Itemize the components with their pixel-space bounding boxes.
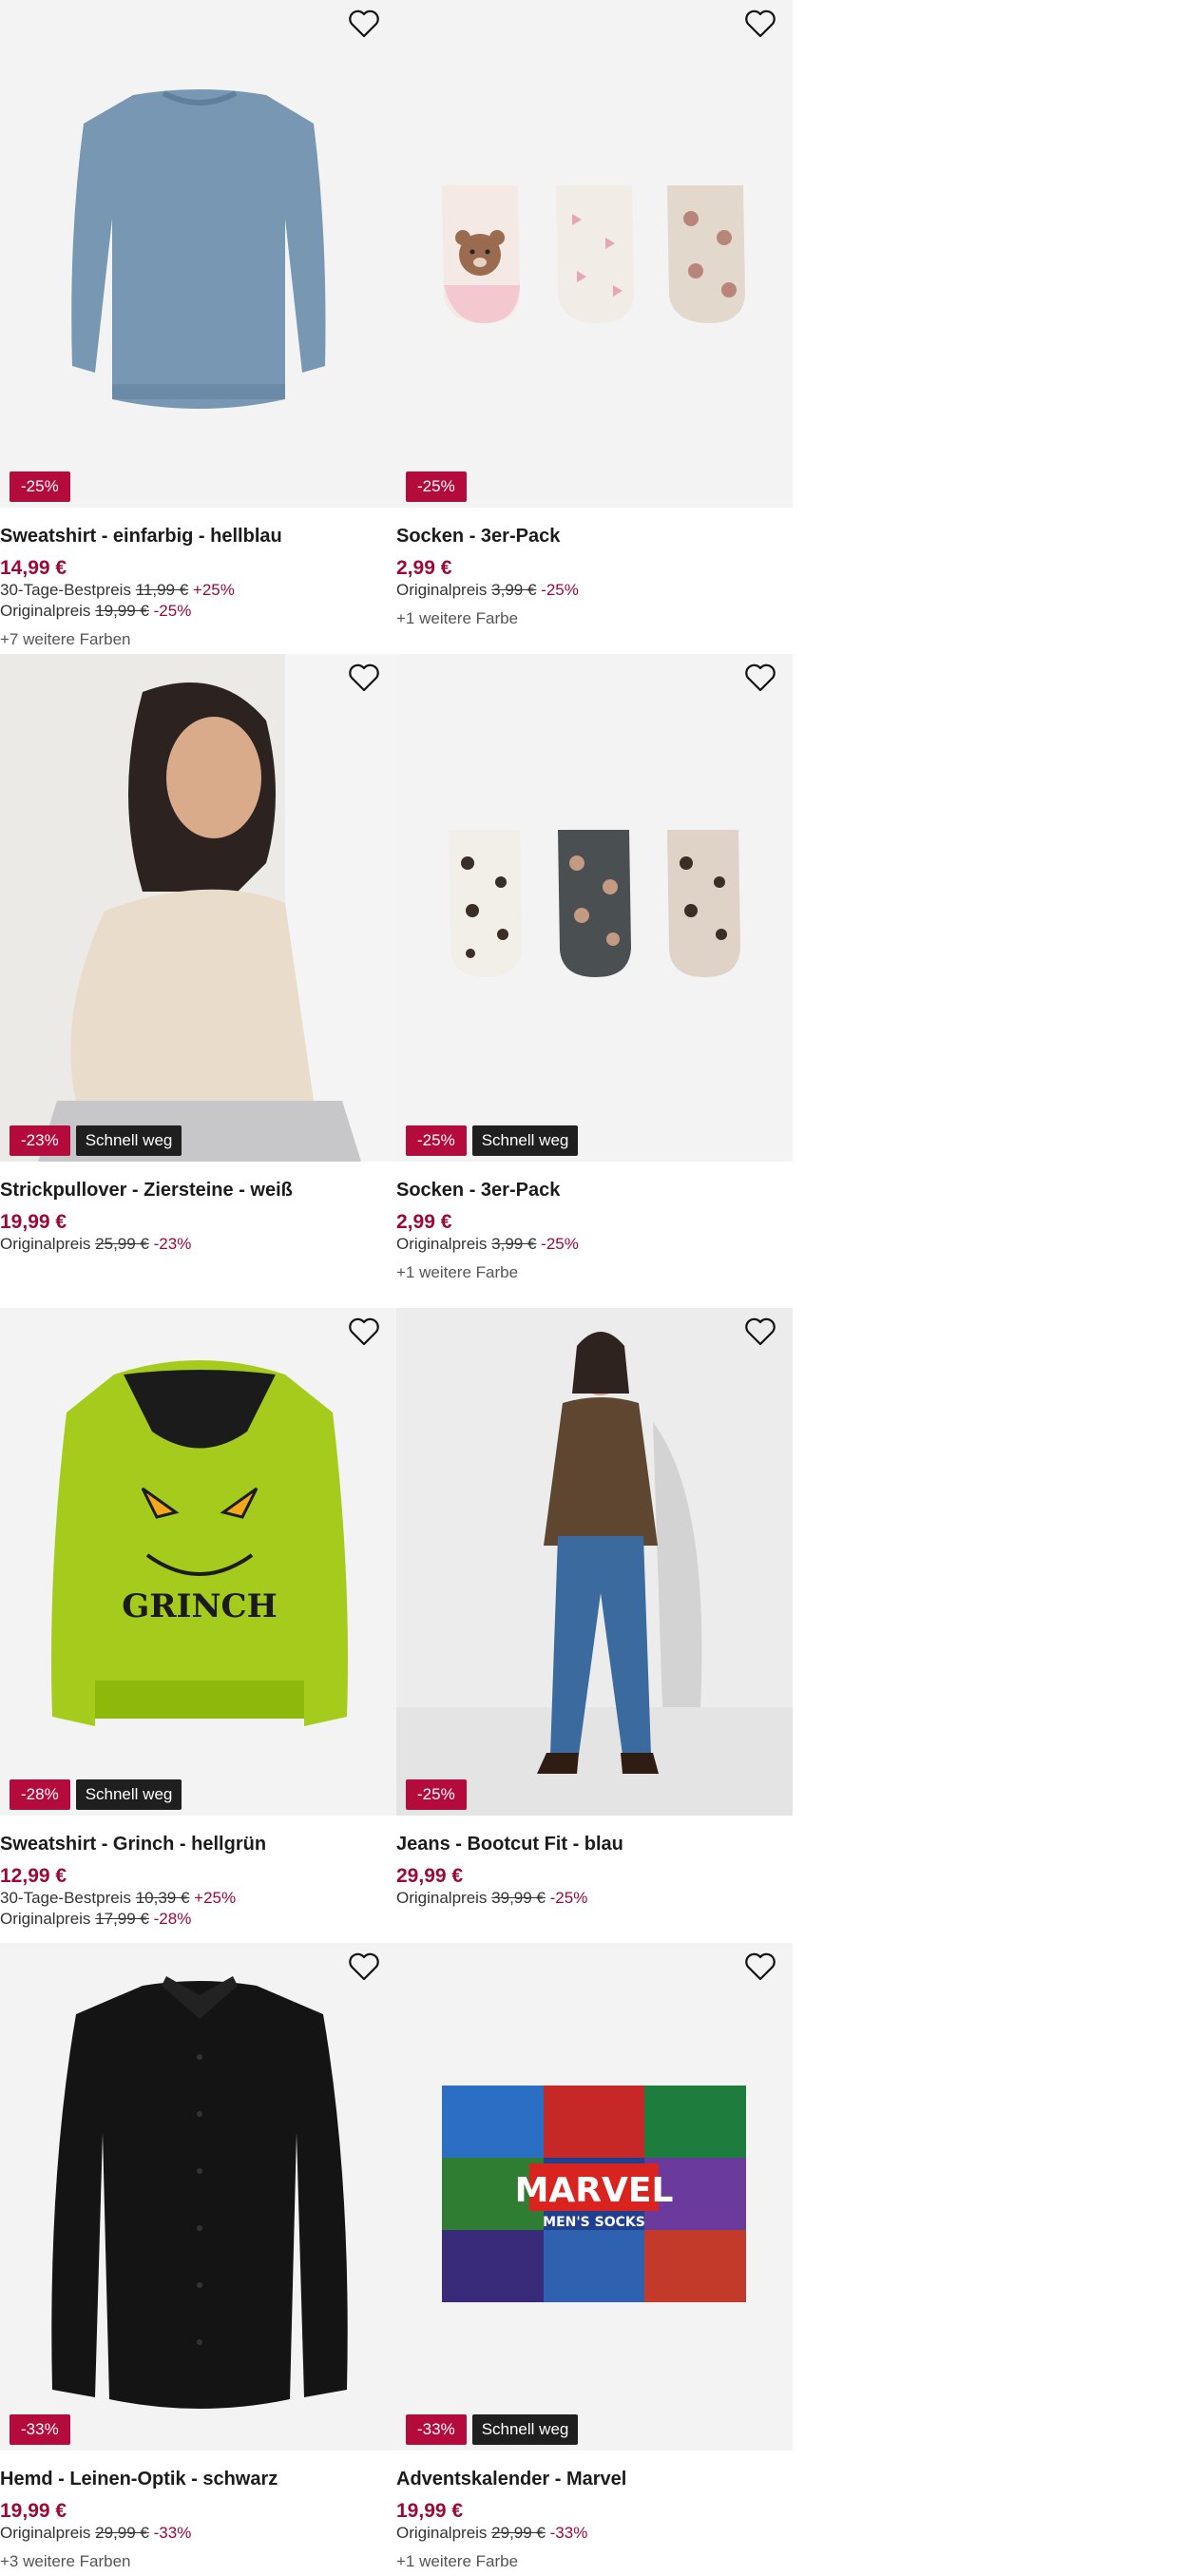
original-price-line: Originalpreis 3,99 € -25% [396,581,579,599]
product-info: Strickpullover - Ziersteine - weiß 19,99… [0,1179,390,1255]
more-colors[interactable]: +1 weitere Farbe [396,608,786,629]
discount-badge: -25% [406,471,467,502]
favorite-heart-icon[interactable] [745,1317,783,1355]
discount-badge: -33% [10,2414,70,2445]
product-title[interactable]: Jeans - Bootcut Fit - blau [396,1833,786,1855]
favorite-heart-icon[interactable] [349,663,387,702]
more-colors[interactable]: +1 weitere Farbe [396,2551,786,2572]
favorite-heart-icon[interactable] [745,663,783,702]
product-image[interactable]: -25% Schnell weg [396,654,793,1162]
product-title[interactable]: Sweatshirt - Grinch - hellgrün [0,1833,390,1855]
woman-knit-sweater-image [38,654,396,1162]
original-price-line: Originalpreis 19,99 € -25% [0,602,192,620]
discount-badge: -23% [10,1125,70,1156]
more-colors[interactable]: +3 weitere Farben [0,2551,390,2572]
badges: -25% [406,471,467,502]
product-info: Sweatshirt - einfarbig - hellblau 14,99 … [0,525,390,650]
grinch-hoodie-image: GRINCH [51,1360,348,1726]
fast-selling-badge: Schnell weg [75,1779,182,1810]
product-image[interactable]: -23% Schnell weg [0,654,396,1162]
product-info: Hemd - Leinen-Optik - schwarz 19,99 € Or… [0,2468,390,2572]
product-card[interactable]: -33% Hemd - Leinen-Optik - schwarz 19,99… [0,1943,396,2576]
favorite-heart-icon[interactable] [745,1952,783,1990]
best-price-line: 30-Tage-Bestpreis 10,39 € +25% [0,1889,237,1907]
badges: -25% [406,1779,467,1810]
product-image[interactable]: -25% [396,0,793,508]
badges: -25% [10,471,70,502]
product-title[interactable]: Adventskalender - Marvel [396,2468,786,2490]
badges: -28% Schnell weg [10,1779,182,1810]
product-info: Jeans - Bootcut Fit - blau 29,99 € Origi… [396,1833,786,1909]
favorite-heart-icon[interactable] [745,10,783,48]
product-price: 12,99 € [0,1865,67,1887]
discount-badge: -28% [10,1779,70,1810]
black-shirt-image [51,1976,348,2409]
marvel-subtext: MEN'S SOCKS [543,2215,645,2230]
discount-badge: -25% [406,1779,467,1810]
marvel-calendar-image: MARVEL MEN'S SOCKS [442,2086,746,2302]
product-card[interactable]: -23% Schnell weg Strickpullover - Zierst… [0,654,396,1308]
more-colors[interactable]: +1 weitere Farbe [396,1262,786,1283]
blue-sweatshirt-image [71,89,326,409]
original-price-line: Originalpreis 29,99 € -33% [0,2524,192,2542]
product-price: 14,99 € [0,557,67,579]
product-card[interactable]: -25% Jeans - Bootcut Fit - blau 29,99 € … [396,1308,793,1943]
product-price: 19,99 € [396,2500,464,2522]
product-title[interactable]: Hemd - Leinen-Optik - schwarz [0,2468,390,2490]
product-image[interactable]: MARVEL MEN'S SOCKS -33% Schnell weg [396,1943,793,2451]
product-card[interactable]: -25% Schnell weg Socken - 3er-Pack 2,99 … [396,654,793,1308]
original-price-line: Originalpreis 25,99 € -23% [0,1235,192,1253]
badges: -33% [10,2414,70,2445]
product-card[interactable]: MARVEL MEN'S SOCKS -33% Schnell weg Adve… [396,1943,793,2576]
original-price-line: Originalpreis 3,99 € -25% [396,1235,579,1253]
product-image[interactable]: -25% [0,0,396,508]
badges: -33% Schnell weg [406,2414,579,2445]
product-card[interactable]: -25% Sweatshirt - einfarbig - hellblau 1… [0,0,396,654]
leopard-socks-image [449,830,740,977]
fast-selling-badge: Schnell weg [75,1125,182,1156]
product-info: Adventskalender - Marvel 19,99 € Origina… [396,2468,786,2572]
product-title[interactable]: Strickpullover - Ziersteine - weiß [0,1179,390,1201]
product-title[interactable]: Socken - 3er-Pack [396,1179,786,1201]
bear-socks-image [442,185,745,323]
discount-badge: -25% [10,471,70,502]
favorite-heart-icon[interactable] [349,10,387,48]
product-price: 2,99 € [396,1211,452,1233]
more-colors[interactable]: +7 weitere Farben [0,629,390,650]
product-card[interactable]: -25% Socken - 3er-Pack 2,99 € Originalpr… [396,0,793,654]
best-price-line: 30-Tage-Bestpreis 11,99 € +25% [0,581,235,599]
original-price-line: Originalpreis 17,99 € -28% [0,1910,192,1928]
product-title[interactable]: Socken - 3er-Pack [396,525,786,548]
original-price-line: Originalpreis 39,99 € -25% [396,1889,588,1907]
grinch-logo-text: GRINCH [122,1587,277,1625]
original-price-line: Originalpreis 29,99 € -33% [396,2524,588,2542]
favorite-heart-icon[interactable] [349,1317,387,1355]
woman-jeans-image [396,1332,793,1816]
badges: -25% Schnell weg [406,1125,579,1156]
product-image[interactable]: -25% [396,1308,793,1816]
product-image[interactable]: GRINCH -28% Schnell weg [0,1308,396,1816]
product-info: Sweatshirt - Grinch - hellgrün 12,99 € 3… [0,1833,390,1930]
product-info: Socken - 3er-Pack 2,99 € Originalpreis 3… [396,1179,786,1283]
discount-badge: -33% [406,2414,467,2445]
marvel-logo-text: MARVEL [515,2171,674,2210]
discount-badge: -25% [406,1125,467,1156]
product-image[interactable]: -33% [0,1943,396,2451]
favorite-heart-icon[interactable] [349,1952,387,1990]
product-title[interactable]: Sweatshirt - einfarbig - hellblau [0,525,390,548]
product-price: 19,99 € [0,1211,67,1233]
fast-selling-badge: Schnell weg [471,2414,579,2445]
product-price: 29,99 € [396,1865,464,1887]
badges: -23% Schnell weg [10,1125,182,1156]
product-card[interactable]: GRINCH -28% Schnell weg Sweatshirt - Gri… [0,1308,396,1943]
product-grid: -25% Sweatshirt - einfarbig - hellblau 1… [0,0,793,2576]
fast-selling-badge: Schnell weg [471,1125,579,1156]
product-price: 2,99 € [396,557,452,579]
product-info: Socken - 3er-Pack 2,99 € Originalpreis 3… [396,525,786,629]
product-price: 19,99 € [0,2500,67,2522]
